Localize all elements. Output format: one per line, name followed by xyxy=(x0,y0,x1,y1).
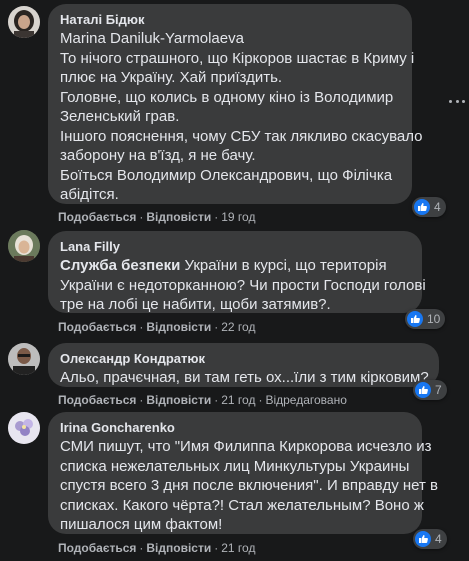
comment-line: України є недоторканною? Чи прости Госпо… xyxy=(60,276,426,294)
reply-link[interactable]: Відповісти xyxy=(146,210,211,224)
avatar[interactable] xyxy=(8,6,40,38)
comment-author[interactable]: Наталі Бідюк xyxy=(60,12,400,28)
edited-label[interactable]: Відредаговано xyxy=(265,393,346,407)
separator: · xyxy=(214,541,219,555)
comment-bubble: Наталі Бідюк Marina Daniluk-Yarmolaeva Т… xyxy=(48,4,423,205)
comment-line: Зеленський грав. xyxy=(60,108,180,125)
comment-line: списках. Какого чёрта?! Стал желательным… xyxy=(60,496,424,514)
comment-text: Marina Daniluk-Yarmolaeva То нічого стра… xyxy=(60,29,423,205)
reaction-count: 10 xyxy=(427,312,441,326)
comment-actions: Подобається · Відповісти · 21 год · Відредагов… xyxy=(58,392,347,408)
comment-line: абідітся. xyxy=(60,186,119,203)
thumbs-up-icon xyxy=(407,311,423,327)
comment-time[interactable]: 21 год xyxy=(221,393,255,407)
reaction-count-badge[interactable]: 4 xyxy=(413,529,447,549)
comment-line: заборону на в'їзд, я не бачу. xyxy=(60,147,256,164)
comment-actions: Подобається · Відповісти · 19 год xyxy=(58,209,255,225)
comment-line: плює на Україну. Хай приїздить. xyxy=(60,69,283,86)
comment-author[interactable]: Олександр Кондратюк xyxy=(60,351,427,367)
avatar[interactable] xyxy=(8,412,40,444)
avatar[interactable] xyxy=(8,343,40,375)
reaction-count: 7 xyxy=(435,383,442,397)
reaction-count-badge[interactable]: 4 xyxy=(412,197,446,217)
comment-line: спустя всего 3 дня после включения". И в… xyxy=(60,477,439,494)
comment-line: Іншого пояснення, чому СБУ так лякливо с… xyxy=(60,127,423,145)
comment-actions: Подобається · Відповісти · 22 год xyxy=(58,319,255,335)
comment-actions: Подобається · Відповісти · 21 год xyxy=(58,540,255,556)
reply-link[interactable]: Відповісти xyxy=(146,393,211,407)
separator: · xyxy=(258,393,263,407)
reaction-count-badge[interactable]: 10 xyxy=(405,309,446,329)
comment-time[interactable]: 21 год xyxy=(221,541,255,555)
separator: · xyxy=(139,210,144,224)
comment-line[interactable]: Marina Daniluk-Yarmolaeva xyxy=(60,29,400,49)
comment-line: То нічого страшного, що Кіркоров шастає … xyxy=(60,49,415,67)
separator: · xyxy=(139,393,144,407)
separator: · xyxy=(139,541,144,555)
thumbs-up-icon xyxy=(415,382,431,398)
comment-text: СМИ пишут, что "Имя Филиппа Киркорова ис… xyxy=(60,437,439,535)
reply-link[interactable]: Відповісти xyxy=(146,541,211,555)
comment-text: Альо, прачєчная, ви там геть ох...їли з … xyxy=(60,368,429,388)
like-link[interactable]: Подобається xyxy=(58,541,136,555)
comment-bubble: Lana Filly Служба безпеки України в курс… xyxy=(48,231,426,315)
separator: · xyxy=(139,320,144,334)
comment-line: пишалося цим фактом! xyxy=(60,516,223,533)
comment-line: Головне, що колись в одному кіно із Воло… xyxy=(60,88,394,106)
comment-line: Служба безпеки України в курсі, що терит… xyxy=(60,256,410,276)
comment-bubble: Олександр Кондратюк Альо, прачєчная, ви … xyxy=(48,343,439,387)
like-link[interactable]: Подобається xyxy=(58,210,136,224)
comment-author[interactable]: Irina Goncharenko xyxy=(60,420,410,436)
thumbs-up-icon xyxy=(415,531,431,547)
comment-author[interactable]: Lana Filly xyxy=(60,239,410,255)
like-link[interactable]: Подобається xyxy=(58,393,136,407)
reaction-count: 4 xyxy=(435,532,442,546)
comment-line: тре на лобі це набити, щоби затямив?. xyxy=(60,296,331,313)
avatar[interactable] xyxy=(8,230,40,262)
reaction-count: 4 xyxy=(434,200,441,214)
separator: · xyxy=(214,210,219,224)
comment-line: Альо, прачєчная, ви там геть ох...їли з … xyxy=(60,369,429,386)
separator: · xyxy=(214,320,219,334)
separator: · xyxy=(214,393,219,407)
comment-bubble: Irina Goncharenko СМИ пишут, что "Имя Фи… xyxy=(48,412,439,535)
comment-line-text: України в курсі, що територія xyxy=(180,257,387,274)
reply-link[interactable]: Відповісти xyxy=(146,320,211,334)
thumbs-up-icon xyxy=(414,199,430,215)
more-options-icon[interactable] xyxy=(449,100,465,104)
like-link[interactable]: Подобається xyxy=(58,320,136,334)
comment-time[interactable]: 22 год xyxy=(221,320,255,334)
comment-time[interactable]: 19 год xyxy=(221,210,255,224)
comment-text: Служба безпеки України в курсі, що терит… xyxy=(60,256,426,315)
comment-line: списка нежелательных лиц Минкультуры Укр… xyxy=(60,457,410,475)
reaction-count-badge[interactable]: 7 xyxy=(413,380,447,400)
comment-line: Боїться Володимир Олександрович, що Філі… xyxy=(60,166,393,184)
comment-line: СМИ пишут, что "Имя Филиппа Киркорова ис… xyxy=(60,438,432,455)
mention-link[interactable]: Служба безпеки xyxy=(60,257,180,274)
